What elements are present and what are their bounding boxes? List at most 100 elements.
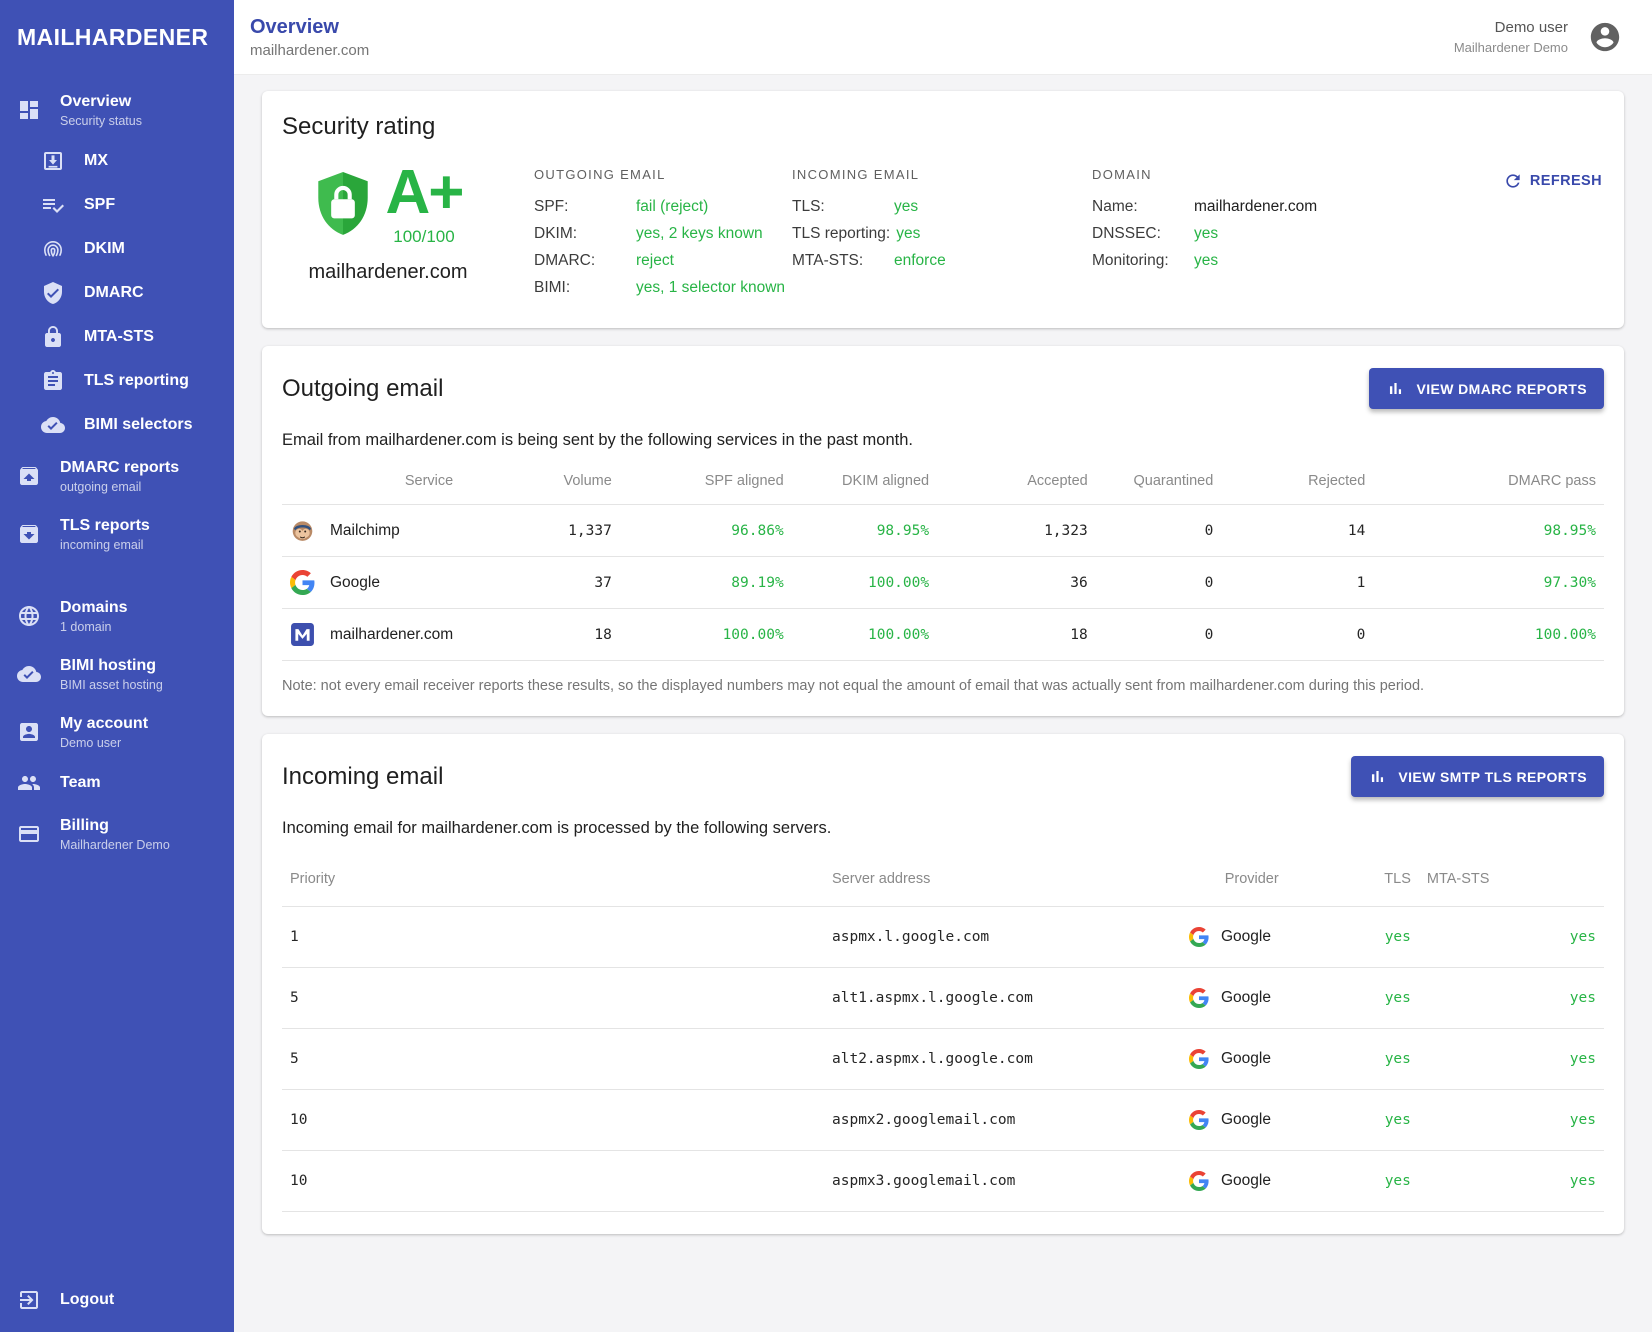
sidebar-item-icon — [41, 193, 65, 217]
rating-badge: A+ 100/100 mailhardener.com — [282, 165, 492, 306]
rating-column: INCOMING EMAIL TLS: yes — [792, 165, 1092, 306]
column-header: Priority — [282, 852, 824, 907]
view-smtp-tls-reports-button[interactable]: VIEW SMTP TLS REPORTS — [1351, 756, 1604, 797]
rejected-value: 1 — [1221, 557, 1373, 609]
rating-item-value: yes — [1194, 252, 1218, 270]
tls-value: yes — [1287, 1090, 1419, 1151]
rating-column: DOMAIN Name: mailhardener.com — [1092, 165, 1410, 306]
dkim-aligned-value: 100.00% — [792, 557, 937, 609]
outgoing-email-description: Email from mailhardener.com is being sen… — [282, 431, 1604, 450]
priority-value: 5 — [282, 1029, 824, 1090]
column-header: Server address — [824, 852, 1181, 907]
sidebar-item-label: BIMI selectors — [84, 414, 192, 436]
spf-aligned-value: 100.00% — [620, 609, 792, 661]
mta-sts-value: yes — [1419, 1029, 1604, 1090]
provider-name: Google — [1221, 1111, 1271, 1129]
outgoing-email-title: Outgoing email — [282, 375, 443, 403]
sidebar-item-billing[interactable]: Billing Mailhardener Demo — [0, 805, 234, 863]
sidebar-item-my-account[interactable]: My account Demo user — [0, 703, 234, 761]
rating-item-label: DKIM: — [534, 225, 636, 243]
column-header: Quarantined — [1096, 458, 1222, 505]
priority-value: 1 — [282, 907, 824, 968]
sidebar-item-team[interactable]: Team — [0, 761, 234, 805]
sidebar-item-sublabel: outgoing email — [60, 479, 179, 495]
server-address: aspmx3.googlemail.com — [824, 1151, 1181, 1212]
sidebar-item-icon — [41, 413, 65, 437]
incoming-email-title: Incoming email — [282, 763, 443, 791]
dkim-aligned-value: 100.00% — [792, 609, 937, 661]
security-grade: A+ — [386, 165, 463, 221]
dmarc-pass-value: 98.95% — [1373, 505, 1604, 557]
sidebar-item-sublabel: Mailhardener Demo — [60, 837, 170, 853]
server-address: alt1.aspmx.l.google.com — [824, 968, 1181, 1029]
column-header: Accepted — [937, 458, 1096, 505]
column-header: Provider — [1181, 852, 1287, 907]
sidebar-item-domains[interactable]: Domains 1 domain — [0, 587, 234, 645]
provider-name: Google — [1221, 1050, 1271, 1068]
rating-item-label: MTA-STS: — [792, 252, 894, 270]
column-header: DMARC pass — [1373, 458, 1604, 505]
sidebar-item-dmarc-reports[interactable]: DMARC reports outgoing email — [0, 447, 234, 505]
sidebar-item-icon — [41, 281, 65, 305]
column-header: Rejected — [1221, 458, 1373, 505]
rating-item-value: enforce — [894, 252, 946, 270]
google-icon — [1189, 1110, 1209, 1130]
sidebar-item-logout[interactable]: Logout — [0, 1268, 234, 1332]
sidebar-item-tls-reports[interactable]: TLS reports incoming email — [0, 505, 234, 563]
column-header: SPF aligned — [620, 458, 792, 505]
rating-item: Name: mailhardener.com — [1092, 198, 1410, 216]
sidebar-item-icon — [41, 149, 65, 173]
incoming-email-table: PriorityServer addressProviderTLSMTA-STS… — [282, 852, 1604, 1212]
column-header: TLS — [1287, 852, 1419, 907]
sidebar-item-overview[interactable]: Overview Security status — [0, 81, 234, 139]
table-row: Google 37 89.19% 100.00% 36 0 1 97.30% — [282, 557, 1604, 609]
volume-value: 18 — [461, 609, 620, 661]
sidebar-item-icon — [41, 325, 65, 349]
security-rating-title: Security rating — [282, 113, 1604, 141]
sidebar-item-bimi-selectors[interactable]: BIMI selectors — [0, 403, 234, 447]
tls-value: yes — [1287, 1029, 1419, 1090]
mta-sts-value: yes — [1419, 907, 1604, 968]
priority-value: 10 — [282, 1151, 824, 1212]
rating-item: Monitoring: yes — [1092, 252, 1410, 270]
sidebar-item-label: BIMI hosting — [60, 655, 163, 677]
avatar-icon[interactable] — [1588, 20, 1622, 54]
tls-value: yes — [1287, 907, 1419, 968]
refresh-button[interactable]: REFRESH — [1501, 165, 1604, 197]
rating-item-label: DNSSEC: — [1092, 225, 1194, 243]
brand-logo: MAILHARDENER — [0, 0, 234, 65]
table-row: Mailchimp 1,337 96.86% 98.95% 1,323 0 14… — [282, 505, 1604, 557]
google-icon — [1189, 1049, 1209, 1069]
rating-item-label: DMARC: — [534, 252, 636, 270]
dkim-aligned-value: 98.95% — [792, 505, 937, 557]
rating-item-value: reject — [636, 252, 674, 270]
user-menu[interactable]: Demo user Mailhardener Demo — [1454, 19, 1622, 55]
view-dmarc-reports-button[interactable]: VIEW DMARC REPORTS — [1369, 368, 1604, 409]
rating-item-label: TLS reporting: — [792, 225, 896, 243]
sidebar-item-icon — [17, 604, 41, 628]
rating-item-value: mailhardener.com — [1194, 198, 1317, 216]
sidebar-item-label: Domains — [60, 597, 128, 619]
quarantined-value: 0 — [1096, 609, 1222, 661]
table-row: 10 aspmx2.googlemail.com Google yes yes — [282, 1090, 1604, 1151]
sidebar-item-dkim[interactable]: DKIM — [0, 227, 234, 271]
sidebar-item-spf[interactable]: SPF — [0, 183, 234, 227]
sidebar-item-mta-sts[interactable]: MTA-STS — [0, 315, 234, 359]
sidebar-item-tls-reporting[interactable]: TLS reporting — [0, 359, 234, 403]
provider-name: Google — [1221, 989, 1271, 1007]
spf-aligned-value: 96.86% — [620, 505, 792, 557]
table-row: 5 alt2.aspmx.l.google.com Google yes ye — [282, 1029, 1604, 1090]
server-address: aspmx2.googlemail.com — [824, 1090, 1181, 1151]
quarantined-value: 0 — [1096, 557, 1222, 609]
sidebar-item-dmarc[interactable]: DMARC — [0, 271, 234, 315]
sidebar-item-mx[interactable]: MX — [0, 139, 234, 183]
sidebar-item-label: DKIM — [84, 238, 125, 260]
rating-item-value: fail (reject) — [636, 198, 708, 216]
content-area: Security rating A+ 100/100 mailhardener.… — [234, 75, 1652, 1332]
sidebar-item-label: DMARC — [84, 282, 144, 304]
column-header: Volume — [461, 458, 620, 505]
sidebar-item-label: SPF — [84, 194, 115, 216]
sidebar-item-bimi-hosting[interactable]: BIMI hosting BIMI asset hosting — [0, 645, 234, 703]
rejected-value: 14 — [1221, 505, 1373, 557]
service-name: Mailchimp — [330, 522, 400, 540]
